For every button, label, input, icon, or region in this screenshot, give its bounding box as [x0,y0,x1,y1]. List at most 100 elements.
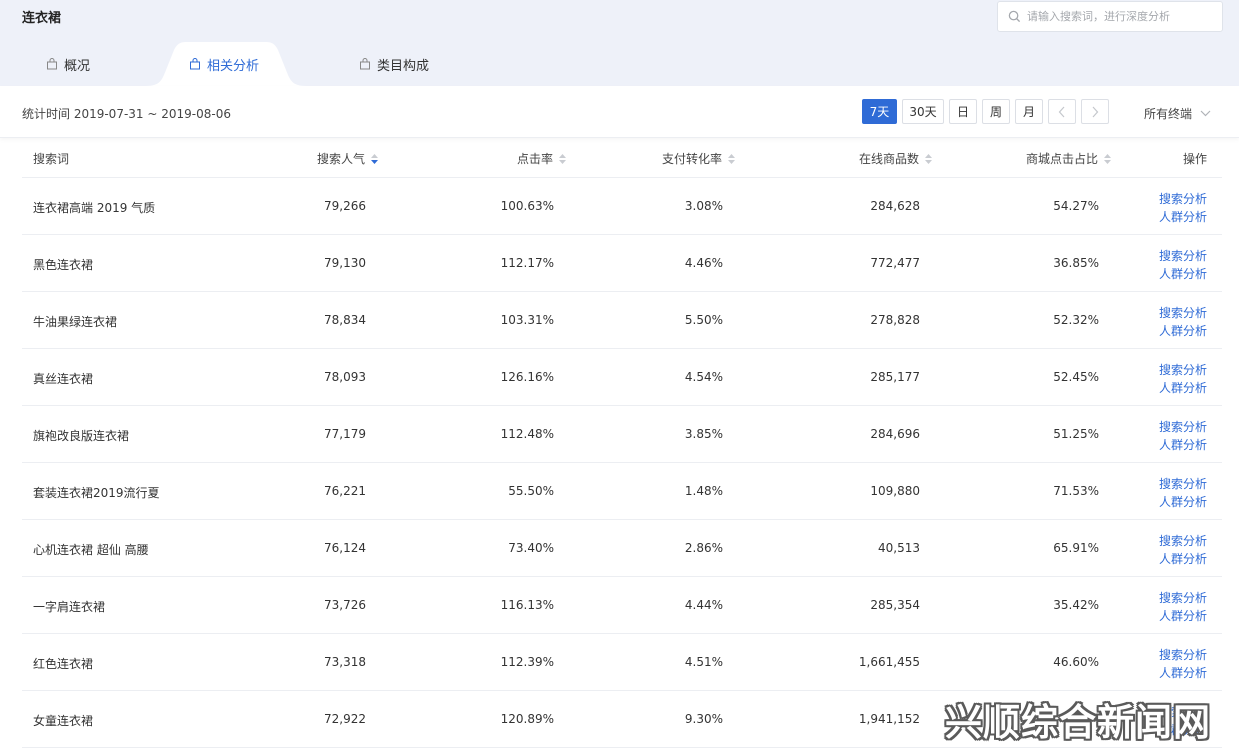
col-popularity-label: 搜索人气 [316,152,365,166]
cell-ctr: 112.17% [500,256,554,270]
table-row: 黑色连衣裙 79,130 112.17% 4.46% 772,477 36.85% 搜索分析… [22,235,1222,292]
range-7days-button[interactable]: 7天 [862,99,897,124]
keyword-table: 搜索词 搜索人气 点击率 支付转化率 在线商品数 商城点击占比 操作 连衣裙高端… [22,138,1222,748]
cell-mall-click-share: 65.91% [1053,541,1099,555]
row-actions: 搜索分析 人群分析 [1159,190,1207,226]
cell-keyword: 旗袍改良版连衣裙 [33,429,130,443]
next-period-button[interactable] [1081,99,1109,124]
col-actions-label: 操作 [1182,152,1207,166]
toolbar: 统计时间 2019-07-31 ~ 2019-08-06 7天 30天 日 周 … [0,86,1239,138]
range-day-button[interactable]: 日 [949,99,977,124]
col-ctr-label: 点击率 [516,152,553,166]
row-actions: 搜索分析 人群分析 [1159,532,1207,568]
cell-ctr: 55.50% [508,484,554,498]
cell-conversion: 2.86% [684,541,723,555]
cell-online-items: 285,354 [870,598,920,612]
col-keyword-label: 搜索词 [33,152,70,166]
tab-related-analysis[interactable]: 相关分析 [189,42,259,86]
crowd-analysis-link[interactable]: 人群分析 [1159,493,1207,511]
cell-popularity: 79,130 [324,256,366,270]
cell-conversion: 9.30% [684,712,723,726]
cell-conversion: 4.51% [684,655,723,669]
crowd-analysis-link[interactable]: 人群分析 [1159,208,1207,226]
cell-popularity: 76,221 [324,484,366,498]
table-row: 旗袍改良版连衣裙 77,179 112.48% 3.85% 284,696 51.25% 搜… [22,406,1222,463]
cell-online-items: 285,177 [870,370,920,384]
col-actions: 操作 [1183,150,1207,167]
cell-online-items: 1,941,152 [858,712,920,726]
col-ctr[interactable]: 点击率 [517,150,566,167]
cell-mall-click-share: 36.85% [1053,256,1099,270]
cell-keyword: 一字肩连衣裙 [33,600,106,614]
table-body: 连衣裙高端 2019 气质 79,266 100.63% 3.08% 284,628 54… [22,178,1222,748]
range-week-button[interactable]: 周 [982,99,1010,124]
col-conversion[interactable]: 支付转化率 [662,150,735,167]
row-actions: 搜索分析 人群分析 [1159,304,1207,340]
bag-icon [360,58,370,70]
search-analysis-link[interactable]: 搜索分析 [1159,190,1207,208]
tab-related-analysis-label: 相关分析 [207,58,260,74]
crowd-analysis-link[interactable]: 人群分析 [1159,322,1207,340]
search-analysis-link[interactable]: 搜索分析 [1159,532,1207,550]
search-input[interactable] [1027,10,1207,23]
row-actions: 搜索分析 人群分析 [1159,475,1207,511]
cell-popularity: 78,093 [324,370,366,384]
cell-mall-click-share: 35.42% [1053,598,1099,612]
terminal-select[interactable]: 所有终端 [1144,105,1211,122]
terminal-select-label: 所有终端 [1144,107,1193,121]
crowd-analysis-link[interactable]: 人群分析 [1159,379,1207,397]
tab-overview-label: 概况 [64,58,91,74]
table-row: 心机连衣裙 超仙 高腰 76,124 73.40% 2.86% 40,513 65.91%… [22,520,1222,577]
sort-icon [728,153,735,164]
cell-conversion: 4.44% [684,598,723,612]
row-actions: 搜索分析 人群分析 [1159,589,1207,625]
range-month-button[interactable]: 月 [1015,99,1043,124]
cell-keyword: 套装连衣裙2019流行夏 [33,486,160,500]
crowd-analysis-link[interactable]: 人群分析 [1159,265,1207,283]
crowd-analysis-link[interactable]: 人群分析 [1159,550,1207,568]
watermark: 兴顺综合新闻网 [945,701,1211,744]
cell-mall-click-share: 46.60% [1053,655,1099,669]
crowd-analysis-link[interactable]: 人群分析 [1159,664,1207,682]
col-keyword: 搜索词 [33,150,69,167]
col-mall-click-share-label: 商城点击占比 [1025,152,1098,166]
table-row: 红色连衣裙 73,318 112.39% 4.51% 1,661,455 46.60% 搜索… [22,634,1222,691]
cell-online-items: 278,828 [870,313,920,327]
cell-conversion: 1.48% [684,484,723,498]
cell-keyword: 心机连衣裙 超仙 高腰 [33,543,149,557]
cell-ctr: 103.31% [500,313,554,327]
col-mall-click-share[interactable]: 商城点击占比 [1026,150,1111,167]
row-actions: 搜索分析 人群分析 [1159,418,1207,454]
crowd-analysis-link[interactable]: 人群分析 [1159,607,1207,625]
tab-overview[interactable]: 概况 [46,42,90,86]
search-analysis-link[interactable]: 搜索分析 [1159,304,1207,322]
sort-desc-icon [371,153,378,164]
search-analysis-link[interactable]: 搜索分析 [1159,247,1207,265]
cell-keyword: 黑色连衣裙 [33,258,94,272]
search-analysis-link[interactable]: 搜索分析 [1159,475,1207,493]
cell-mall-click-share: 52.45% [1053,370,1099,384]
tab-category[interactable]: 类目构成 [359,42,429,86]
search-analysis-link[interactable]: 搜索分析 [1159,361,1207,379]
search-analysis-link[interactable]: 搜索分析 [1159,589,1207,607]
cell-ctr: 112.39% [500,655,554,669]
sort-icon [925,153,932,164]
table-row: 一字肩连衣裙 73,726 116.13% 4.44% 285,354 35.42% 搜索分… [22,577,1222,634]
search-analysis-link[interactable]: 搜索分析 [1159,418,1207,436]
chevron-left-icon [1058,106,1065,117]
search-icon [1008,10,1021,23]
cell-online-items: 1,661,455 [858,655,920,669]
search-analysis-link[interactable]: 搜索分析 [1159,646,1207,664]
sort-icon [1104,153,1111,164]
col-popularity[interactable]: 搜索人气 [317,150,378,167]
cell-conversion: 3.08% [684,199,723,213]
sort-icon [559,153,566,164]
prev-period-button[interactable] [1048,99,1076,124]
cell-keyword: 牛油果绿连衣裙 [33,315,118,329]
crowd-analysis-link[interactable]: 人群分析 [1159,436,1207,454]
search-box[interactable] [997,1,1223,32]
range-30days-button[interactable]: 30天 [902,99,944,124]
cell-keyword: 连衣裙高端 2019 气质 [33,201,156,215]
cell-popularity: 78,834 [324,313,366,327]
col-online-items[interactable]: 在线商品数 [859,150,932,167]
